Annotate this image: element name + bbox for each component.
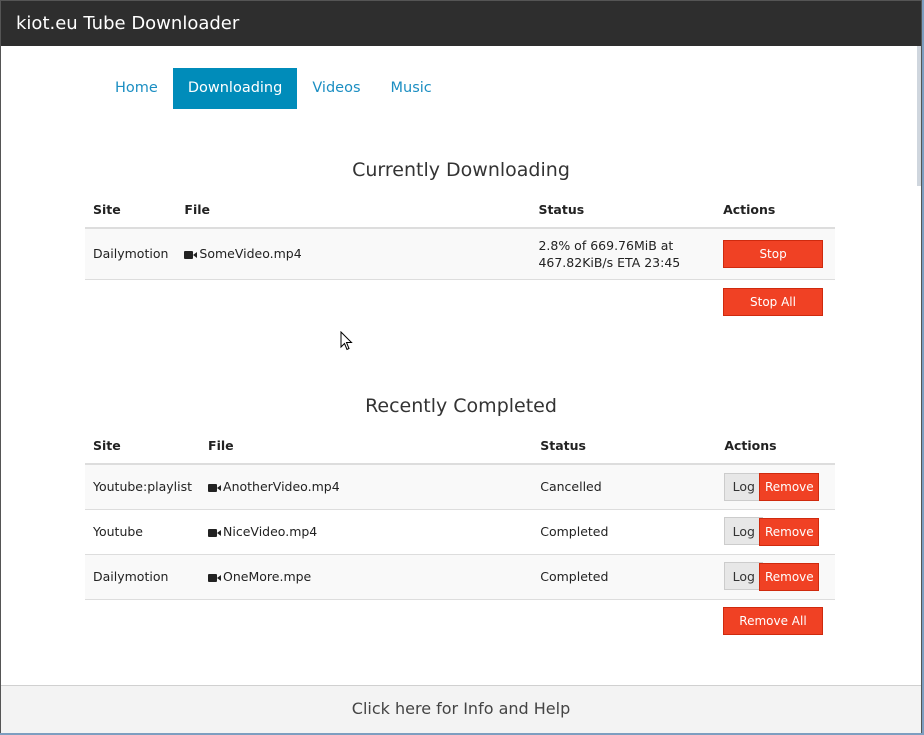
actions-cell: Log Remove — [716, 509, 835, 555]
file-cell: NiceVideo.mp4 — [200, 509, 533, 555]
video-camera-icon — [208, 529, 222, 537]
site-cell: Dailymotion — [85, 228, 177, 280]
column-header-site: Site — [85, 192, 177, 229]
table-row: Dailymotion OneMore.mpe Completed Log Rem… — [85, 554, 835, 600]
site-cell: Youtube — [85, 509, 201, 555]
file-cell: SomeVideo.mp4 — [176, 228, 531, 280]
file-cell: OneMore.mpe — [200, 554, 533, 600]
file-name: NiceVideo.mp4 — [223, 524, 318, 539]
tab-music[interactable]: Music — [376, 68, 447, 109]
status-cell: 2.8% of 669.76MiB at 467.82KiB/s ETA 23:… — [530, 228, 716, 280]
recently-completed-title: Recently Completed — [365, 395, 557, 417]
status-progress: 2.8% of 669.76MiB at — [538, 237, 674, 253]
mouse-pointer-icon — [340, 331, 353, 351]
table-row: Youtube:playlist AnotherVideo.mp4 Cancel… — [85, 464, 835, 510]
tab-downloading[interactable]: Downloading — [172, 68, 298, 109]
actions-cell: Stop — [715, 228, 835, 280]
actions-cell: Log Remove — [716, 464, 835, 510]
status-cell: Completed — [532, 554, 717, 600]
tab-videos[interactable]: Videos — [297, 68, 375, 109]
downloading-table: Site File Status Actions Dailymotion Som… — [85, 192, 835, 280]
video-camera-icon — [184, 251, 198, 260]
video-camera-icon — [208, 484, 222, 493]
column-header-actions: Actions — [715, 192, 835, 229]
status-cell: Completed — [532, 509, 717, 555]
video-camera-icon — [208, 574, 222, 582]
remove-button[interactable]: Remove — [759, 562, 820, 591]
table-row: Dailymotion SomeVideo.mp4 2.8% of 669.76… — [85, 228, 835, 280]
file-cell: AnotherVideo.mp4 — [200, 464, 533, 510]
log-button[interactable]: Log — [724, 472, 764, 501]
status-cell: Cancelled — [532, 464, 717, 510]
column-header-file: File — [176, 192, 531, 229]
site-cell: Youtube:playlist — [85, 464, 201, 510]
column-header-status: Status — [532, 428, 717, 465]
log-button[interactable]: Log — [724, 517, 764, 546]
status-rate: 467.82KiB/s ETA 23:45 — [538, 254, 681, 270]
actions-cell: Log Remove — [716, 554, 835, 600]
log-button[interactable]: Log — [724, 562, 764, 591]
main-nav: Home Downloading Videos Music — [100, 68, 447, 109]
currently-downloading-title: Currently Downloading — [352, 159, 570, 181]
column-header-site: Site — [85, 428, 201, 465]
tab-home[interactable]: Home — [100, 68, 173, 109]
stop-all-button[interactable]: Stop All — [723, 288, 823, 316]
file-name: AnotherVideo.mp4 — [223, 479, 340, 495]
remove-button[interactable]: Remove — [759, 473, 820, 501]
column-header-status: Status — [530, 192, 716, 229]
site-cell: Dailymotion — [85, 554, 201, 600]
file-name: SomeVideo.mp4 — [199, 246, 302, 262]
column-header-actions: Actions — [716, 428, 835, 465]
remove-all-button[interactable]: Remove All — [723, 607, 823, 635]
completed-table: Site File Status Actions Youtube:playlis… — [85, 428, 835, 600]
remove-button[interactable]: Remove — [759, 517, 820, 546]
table-row: Youtube NiceVideo.mp4 Completed Log Remov… — [85, 509, 835, 555]
file-name: OneMore.mpe — [223, 569, 312, 584]
app-window: kiot.eu Tube Downloader Home Downloading… — [0, 0, 922, 733]
stop-button[interactable]: Stop — [723, 239, 824, 268]
column-header-file: File — [200, 428, 533, 465]
window-title: kiot.eu Tube Downloader — [1, 1, 921, 46]
info-help-footer[interactable]: Click here for Info and Help — [1, 685, 921, 733]
